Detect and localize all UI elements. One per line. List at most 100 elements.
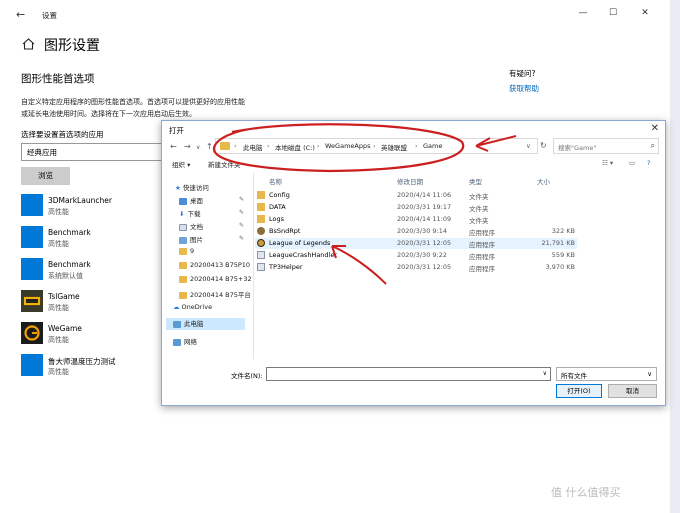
nav-item-folder-b75-32[interactable]: 20200414 B75+32	[179, 275, 252, 287]
nav-label: 20200413 B75P10	[190, 261, 251, 269]
pin-icon[interactable]: ✎	[239, 209, 244, 216]
file-type: 文件夹	[469, 193, 489, 201]
minimize-icon[interactable]: —	[576, 8, 590, 18]
file-row[interactable]: TP3Helper 2020/3/31 12:05 应用程序 3,970 KB	[255, 262, 577, 273]
chevron-down-icon[interactable]: ∨	[543, 370, 547, 377]
file-date: 2020/4/14 11:06	[397, 191, 452, 199]
address-bar[interactable]: › 此电脑 › 本地磁盘 (C:) › WeGameApps › 英雄联盟 › …	[215, 138, 538, 154]
breadcrumb-item[interactable]: WeGameApps	[325, 142, 370, 150]
file-name: DATA	[269, 203, 286, 211]
app-preference: 系统默认值	[48, 272, 83, 280]
nav-item-downloads[interactable]: ⬇ 下载	[179, 208, 200, 220]
page-title: 图形设置	[44, 38, 100, 54]
desktop-icon	[179, 197, 187, 205]
forward-arrow-icon[interactable]: →	[184, 142, 191, 151]
nav-label: 9	[190, 247, 195, 255]
app-exe-icon	[257, 227, 265, 235]
nav-item-folder-b75p10[interactable]: 20200413 B75P10	[179, 261, 250, 273]
nav-item-documents[interactable]: 文档	[179, 221, 203, 233]
app-name: 鲁大师温度压力测试	[48, 357, 116, 366]
search-icon: ⌕	[650, 141, 655, 150]
app-preference: 高性能	[48, 304, 69, 312]
file-row[interactable]: DATA 2020/3/31 19:17 文件夹	[255, 202, 577, 213]
organize-menu[interactable]: 组织 ▾	[172, 159, 190, 169]
title-bar: ← 设置 — ☐ ✕	[0, 0, 670, 28]
column-header-date[interactable]: 修改日期	[397, 176, 423, 186]
app-icon	[21, 258, 43, 280]
nav-label: 网络	[184, 338, 197, 346]
filename-input[interactable]: ∨	[266, 367, 551, 381]
file-date: 2020/3/30 9:22	[397, 251, 447, 259]
breadcrumb-item[interactable]: 本地磁盘 (C:)	[275, 142, 315, 152]
search-input[interactable]: 搜索"Game" ⌕	[553, 138, 659, 154]
preview-pane-icon[interactable]: ▭	[629, 159, 635, 167]
file-size: 559 KB	[551, 251, 575, 259]
file-row[interactable]: League of Legends 2020/3/31 12:05 应用程序 2…	[255, 238, 577, 249]
cancel-button[interactable]: 取消	[608, 384, 657, 398]
file-row[interactable]: BsSndRpt 2020/3/30 9:14 应用程序 322 KB	[255, 226, 577, 237]
column-header-size[interactable]: 大小	[537, 176, 550, 186]
filename-label: 文件名(N):	[231, 372, 263, 380]
nav-item-this-pc[interactable]: 此电脑	[166, 318, 245, 330]
picture-icon	[179, 236, 187, 244]
refresh-icon[interactable]: ↻	[540, 141, 547, 150]
breadcrumb-item[interactable]: 此电脑	[243, 142, 263, 152]
app-name: 3DMarkLauncher	[48, 196, 112, 205]
file-type-filter[interactable]: 所有文件 ∨	[556, 367, 657, 381]
browse-button[interactable]: 浏览	[21, 167, 70, 185]
nav-item-folder-b75-platform[interactable]: 20200414 B75平台	[179, 289, 251, 301]
nav-item-pictures[interactable]: 图片	[179, 234, 203, 246]
maximize-icon[interactable]: ☐	[606, 8, 620, 18]
back-arrow-icon[interactable]: ←	[170, 142, 177, 151]
chevron-down-icon: ∨	[647, 370, 652, 378]
help-icon[interactable]: ?	[647, 159, 650, 167]
folder-icon	[257, 191, 265, 199]
back-arrow-icon[interactable]: ←	[16, 8, 25, 21]
folder-icon	[257, 203, 265, 211]
column-header-name[interactable]: 名称	[269, 176, 282, 186]
folder-icon	[179, 261, 187, 269]
breadcrumb-item[interactable]: Game	[423, 142, 442, 150]
column-header-type[interactable]: 类型	[469, 176, 482, 186]
nav-item-quick-access[interactable]: ★ 快速访问	[175, 182, 209, 194]
breadcrumb-item[interactable]: 英雄联盟	[381, 142, 407, 152]
view-options-icon[interactable]: ☷ ▾	[602, 159, 613, 167]
open-button[interactable]: 打开(O)	[556, 384, 602, 398]
file-type: 应用程序	[469, 253, 495, 261]
folder-icon	[179, 275, 187, 283]
close-icon[interactable]: ✕	[651, 123, 659, 134]
app-type-select[interactable]: 经典应用	[21, 143, 169, 161]
app-name: Benchmark	[48, 260, 91, 269]
pin-icon[interactable]: ✎	[239, 235, 244, 242]
file-row[interactable]: Config 2020/4/14 11:06 文件夹	[255, 190, 577, 201]
app-name: Benchmark	[48, 228, 91, 237]
pane-divider[interactable]	[253, 173, 254, 359]
nav-label: 桌面	[190, 197, 203, 205]
folder-icon	[179, 247, 187, 255]
nav-item-onedrive[interactable]: ☁ OneDrive	[173, 303, 212, 315]
home-icon[interactable]	[22, 38, 35, 50]
file-type: 应用程序	[469, 229, 495, 237]
new-folder-button[interactable]: 新建文件夹	[208, 159, 241, 169]
chevron-down-icon[interactable]: ∨	[526, 142, 531, 150]
app-name: TslGame	[48, 292, 80, 301]
cloud-icon: ☁	[173, 303, 180, 311]
chevron-down-icon[interactable]: ∨	[196, 144, 200, 151]
close-icon[interactable]: ✕	[638, 8, 652, 18]
document-icon	[179, 223, 187, 231]
up-arrow-icon[interactable]: ↑	[206, 142, 213, 151]
dialog-title: 打开	[169, 126, 184, 135]
nav-item-desktop[interactable]: 桌面	[179, 195, 203, 207]
file-row[interactable]: LeagueCrashHandler 2020/3/30 9:22 应用程序 5…	[255, 250, 577, 261]
nav-item-folder-9[interactable]: 9	[179, 247, 194, 259]
get-help-link[interactable]: 获取帮助	[509, 83, 539, 94]
computer-icon	[173, 320, 181, 328]
file-type: 文件夹	[469, 217, 489, 225]
file-row[interactable]: Logs 2020/4/14 11:09 文件夹	[255, 214, 577, 225]
nav-item-network[interactable]: 网络	[173, 336, 197, 348]
file-type: 应用程序	[469, 241, 495, 249]
window-title: 设置	[42, 11, 57, 20]
pin-icon[interactable]: ✎	[239, 222, 244, 229]
pin-icon[interactable]: ✎	[239, 196, 244, 203]
file-name: BsSndRpt	[269, 227, 301, 235]
